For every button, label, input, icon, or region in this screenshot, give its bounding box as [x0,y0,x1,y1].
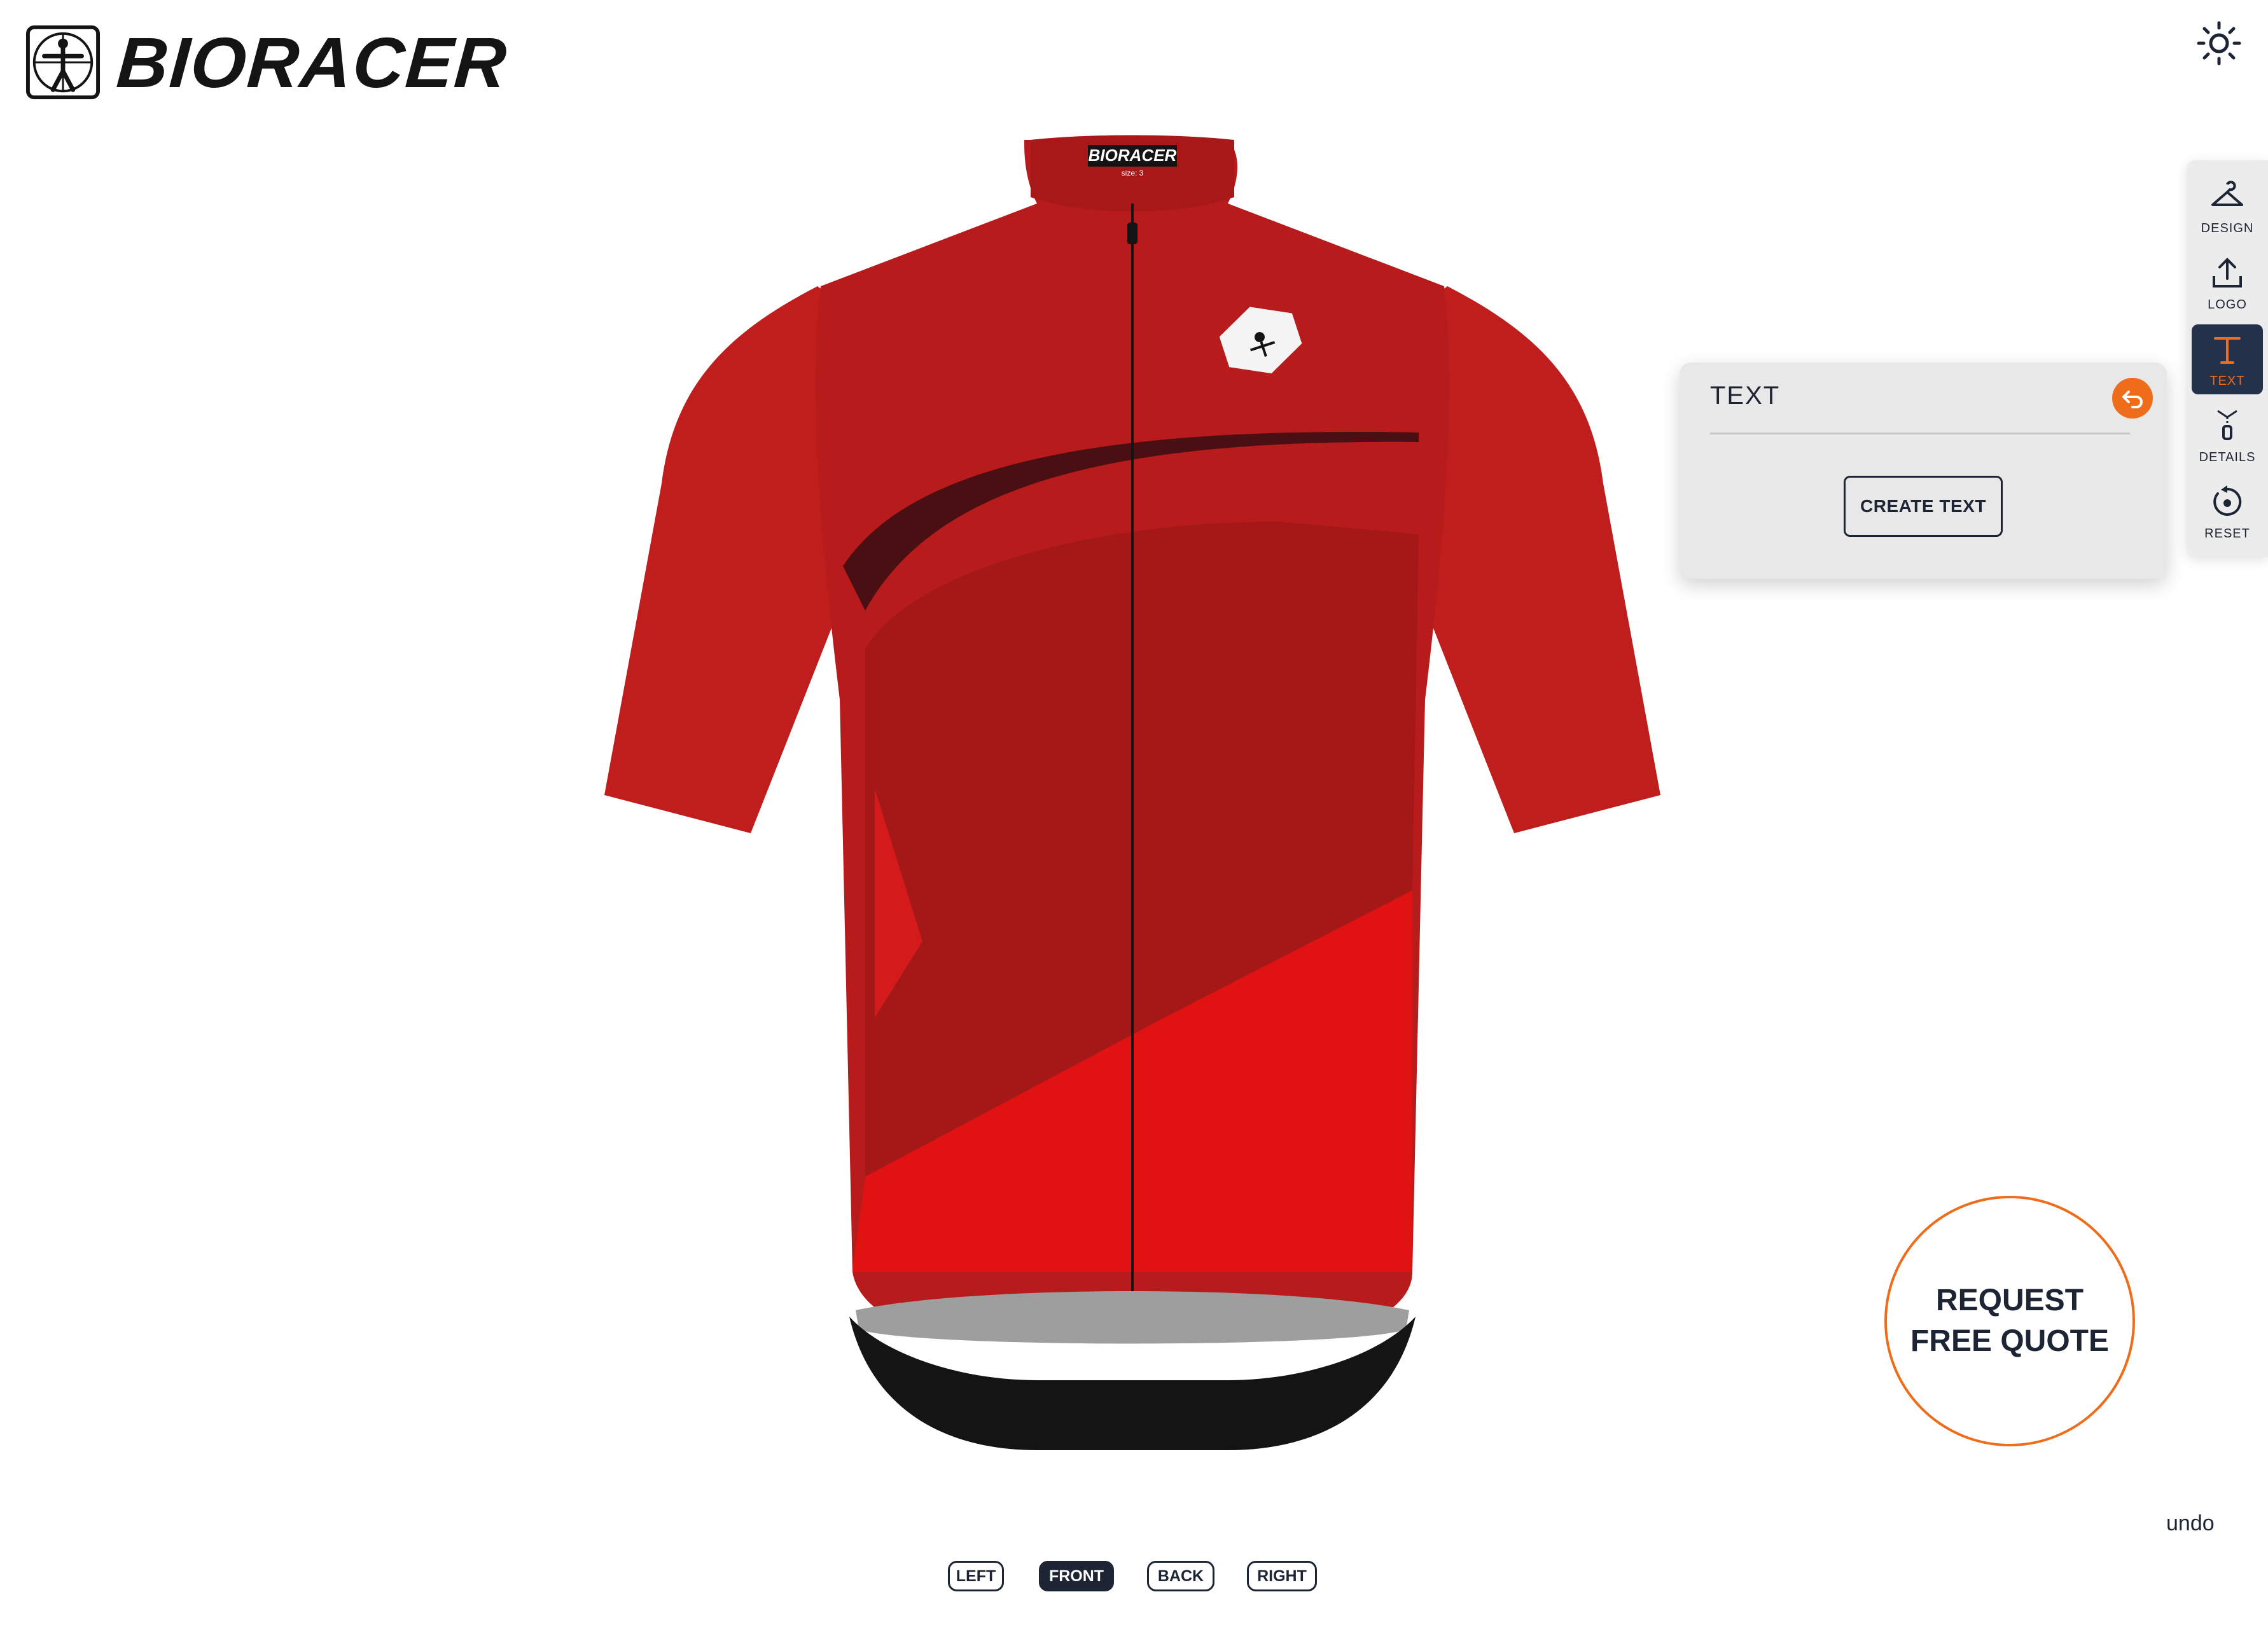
vitruvian-logo-icon [25,25,101,100]
return-arrow-icon [2122,391,2143,408]
tool-details-label: DETAILS [2199,450,2256,464]
reset-icon [2213,485,2242,516]
tool-logo[interactable]: LOGO [2192,248,2263,318]
text-panel: TEXT CREATE TEXT [1680,363,2167,579]
tool-reset-label: RESET [2204,526,2250,541]
request-quote-label: REQUEST FREE QUOTE [1910,1284,2110,1358]
panel-back-button[interactable] [2112,378,2153,419]
view-front-button[interactable]: FRONT [1039,1561,1114,1591]
tool-text[interactable]: TEXT [2192,324,2263,394]
tool-design[interactable]: DESIGN [2192,172,2263,242]
panel-divider [1710,433,2130,434]
tool-details[interactable]: DETAILS [2192,401,2263,471]
create-text-button[interactable]: CREATE TEXT [1844,476,2003,537]
zipper-icon [2217,410,2237,440]
collar-size: size: 3 [1122,169,1144,177]
tool-text-label: TEXT [2209,373,2245,388]
hanger-icon [2211,180,2243,206]
upload-icon [2213,257,2242,287]
tool-reset[interactable]: RESET [2192,477,2263,547]
brand-wordmark: BIORACER [114,22,510,102]
view-left-button[interactable]: LEFT [948,1561,1004,1591]
right-toolbar: DESIGN LOGO TEXT DETAILS RESET [2187,160,2268,557]
sun-icon [2197,21,2241,66]
request-quote-button[interactable]: REQUEST FREE QUOTE [1884,1196,2135,1446]
tool-design-label: DESIGN [2201,221,2254,235]
undo-link[interactable]: undo [2166,1511,2215,1536]
inner-lining [856,1291,1409,1344]
text-icon [2214,336,2241,364]
tool-logo-label: LOGO [2208,297,2247,312]
view-back-button[interactable]: BACK [1147,1561,1214,1591]
brand-logo[interactable]: BIORACER [25,23,510,102]
collar-label: BIORACER [1089,146,1177,165]
zipper-pull [1127,223,1137,244]
jersey-preview[interactable]: BIORACER size: 3 [592,127,1673,1495]
view-right-button[interactable]: RIGHT [1247,1561,1317,1591]
theme-toggle-button[interactable] [2195,19,2243,67]
panel-title: TEXT [1710,382,1781,410]
